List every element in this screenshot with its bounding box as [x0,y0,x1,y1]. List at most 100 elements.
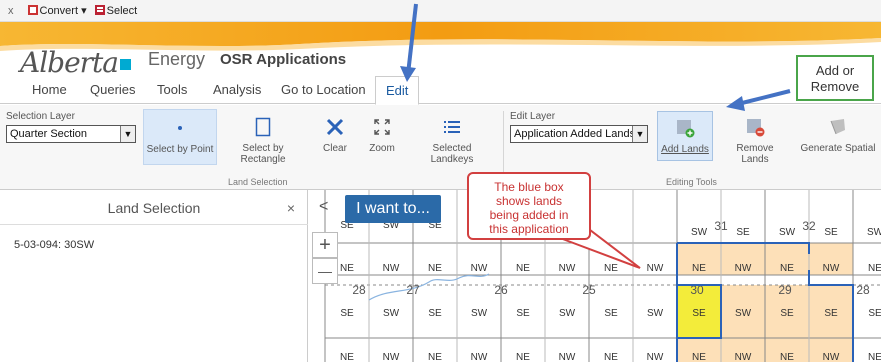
add-lands-icon [658,116,712,140]
select-by-point-button[interactable]: Select by Point [143,109,217,165]
tab-go-to-location[interactable]: Go to Location [281,82,366,97]
panel-divider [0,224,308,225]
quarter-label: SE [824,227,838,238]
tab-queries[interactable]: Queries [90,82,136,97]
quarter-label: NW [823,352,840,362]
quarter-label: NW [823,263,840,274]
quarter-label: NW [383,352,400,362]
selected-landkeys-button[interactable]: Selected Landkeys [422,115,482,165]
section-number: 28 [856,283,870,297]
section-number: 27 [406,283,420,297]
remove-lands-button[interactable]: Remove Lands [722,115,788,165]
select-button[interactable]: Select [94,4,138,17]
section-number: 29 [778,283,792,297]
selection-layer-value: Quarter Section [10,128,88,140]
tab-home[interactable]: Home [32,82,67,97]
quarter-label: SE [824,308,838,319]
tab-edit[interactable]: Edit [375,76,420,105]
select-by-point-label: Select by Point [146,144,214,155]
quarter-label: NE [604,352,618,362]
quarter-label: SW [383,308,400,319]
quarter-label: NE [868,263,881,274]
quarter-label: NW [735,352,752,362]
blue-box-callout: The blue box shows lands being added in … [467,172,591,240]
header-banner: Alberta Energy OSR Applications [0,22,881,76]
editing-tools-caption: Editing Tools [666,177,717,187]
zoom-button[interactable]: Zoom [362,115,402,154]
quarter-label: NE [516,352,530,362]
section-number: 31 [714,219,728,233]
quarter-label: SW [779,227,796,238]
quarter-label: NW [647,352,664,362]
quarter-label: NW [647,263,664,274]
quarter-label: NE [428,352,442,362]
river [368,273,490,301]
generate-spatial-label: Generate Spatial [800,143,876,154]
close-icon[interactable]: × [287,200,295,216]
list-item[interactable]: 5-03-094: 30SW [14,239,94,251]
quarter-label: NE [428,263,442,274]
list-icon [422,115,482,139]
map-view[interactable]: SE SW SE SW SE SW SE SW NE NW NE NW NE NW NE NW NE NW NE NW… [309,190,881,362]
quarter-label: NE [604,263,618,274]
remove-lands-icon [722,115,788,139]
add-lands-button[interactable]: Add Lands [657,111,713,161]
quarter-label: SE [736,227,750,238]
quarter-label: SE [604,308,618,319]
section-number: 28 [352,283,366,297]
remove-lands-label: Remove Lands [736,143,774,165]
clear-button[interactable]: Clear [315,115,355,154]
menu-bar: Home Queries Tools Analysis Go to Locati… [0,76,881,105]
select-by-rectangle-button[interactable]: Select by Rectangle [230,115,296,165]
add-lands-label: Add Lands [661,144,709,155]
chevron-down-icon: ▼ [632,126,647,142]
generate-spatial-icon [800,115,876,139]
select-label: Select [106,4,138,17]
app-title: OSR Applications [220,51,347,68]
convert-button[interactable]: Convert ▾ [27,4,87,17]
select-by-rectangle-label: Select by Rectangle [240,143,286,165]
selection-layer-select[interactable]: Quarter Section ▼ [6,125,136,143]
header-swoosh [0,22,881,51]
tab-analysis[interactable]: Analysis [213,82,261,97]
quarter-label: NE [868,352,881,362]
quarter-label: NE [780,263,794,274]
zoom-out-button[interactable]: — [312,258,338,284]
quarter-label: NE [692,263,706,274]
quarter-label: SE [780,308,794,319]
quarter-label: NE [340,352,354,362]
chevron-down-icon: ▼ [120,126,135,142]
point-icon [144,116,216,140]
ribbon: Selection Layer Quarter Section ▼ Select… [0,105,881,190]
close-toolbar-button[interactable]: x [8,5,14,17]
edit-layer-label: Edit Layer [510,111,556,122]
clear-x-icon [315,115,355,139]
i-want-to-button[interactable]: I want to... [345,195,441,223]
ministry-name: Energy [148,49,206,69]
panel-title: Land Selection [107,200,201,216]
generate-spatial-button[interactable]: Generate Spatial [800,115,876,154]
quarter-label: SE [428,308,442,319]
add-remove-callout: Add or Remove [796,55,874,101]
selected-landkeys-label: Selected Landkeys [430,143,474,165]
section-number: 25 [582,283,596,297]
select-icon [94,4,105,15]
tab-tools[interactable]: Tools [157,82,187,97]
convert-label: Convert [39,5,79,17]
zoom-in-button[interactable]: + [312,232,338,258]
quarter-label: SW [735,308,752,319]
section-number: 32 [802,219,816,233]
edit-layer-select[interactable]: Application Added Lands ▼ [510,125,648,143]
quarter-label: SW [647,308,664,319]
quarter-label: NE [516,263,530,274]
zoom-label: Zoom [369,143,395,154]
selection-layer-label: Selection Layer [6,111,75,122]
quarter-label: NW [559,263,576,274]
quarter-label: SE [340,308,354,319]
quarter-label: NW [383,263,400,274]
clear-label: Clear [323,143,347,154]
land-selection-panel: Land Selection × 5-03-094: 30SW [0,190,308,362]
quarter-label: NW [471,263,488,274]
quarter-label: NE [692,352,706,362]
collapse-panel-button[interactable]: < [319,198,328,216]
